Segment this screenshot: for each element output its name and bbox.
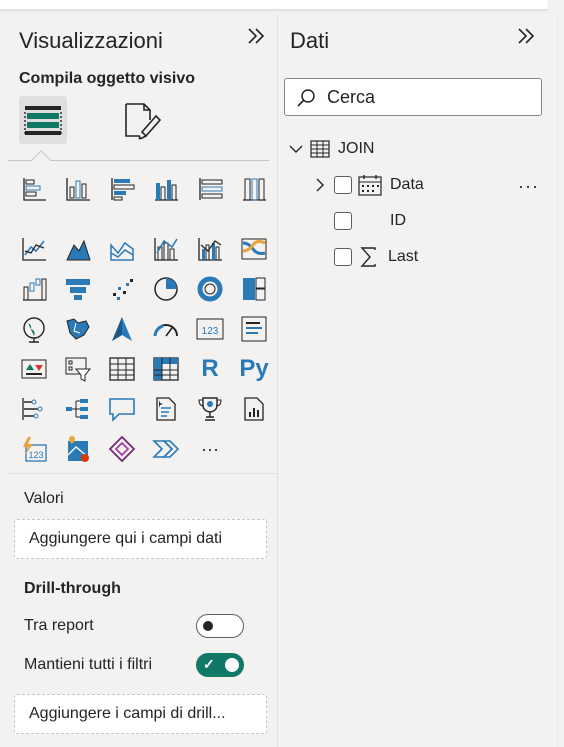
canvas-edge xyxy=(557,14,564,747)
python-visual-icon[interactable]: Py xyxy=(239,354,269,384)
search-input[interactable]: Cerca xyxy=(284,78,542,116)
values-section-label: Valori xyxy=(24,490,64,507)
stacked-column-chart-icon[interactable] xyxy=(63,174,93,204)
clustered-column-chart-icon[interactable] xyxy=(151,174,181,204)
waterfall-chart-icon[interactable] xyxy=(19,274,49,304)
top-strip xyxy=(0,0,548,10)
check-icon: ✓ xyxy=(203,656,215,672)
visualizations-pane: Visualizzazioni Compila oggetto visivo 1… xyxy=(0,14,277,747)
table-name: JOIN xyxy=(338,140,375,157)
paginated-report-icon[interactable] xyxy=(239,394,269,424)
build-visual-heading: Compila oggetto visivo xyxy=(19,70,196,87)
collapse-visualizations-button[interactable] xyxy=(244,26,268,52)
gauge-icon[interactable] xyxy=(151,314,181,344)
svg-text:123: 123 xyxy=(28,450,43,460)
field-checkbox[interactable] xyxy=(334,212,352,230)
key-influencers-icon[interactable] xyxy=(19,394,49,424)
line-and-stacked-column-icon[interactable] xyxy=(151,234,181,264)
metrics-icon[interactable] xyxy=(195,394,225,424)
table-node-join[interactable]: JOIN xyxy=(288,136,374,162)
area-chart-icon[interactable] xyxy=(63,234,93,264)
keep-filters-toggle[interactable]: ✓ xyxy=(196,653,244,677)
sigma-icon xyxy=(360,247,376,267)
field-name: ID xyxy=(390,212,406,229)
format-visual-button[interactable] xyxy=(118,96,166,144)
data-pane: Dati Cerca JOIN Data ··· ID Last xyxy=(278,14,557,747)
chevron-down-icon xyxy=(289,145,303,153)
visualizations-title: Visualizzazioni xyxy=(19,28,163,53)
cross-report-label: Tra report xyxy=(24,617,94,634)
stacked-bar-chart-icon[interactable] xyxy=(19,174,49,204)
field-name: Last xyxy=(388,248,419,265)
data-pane-title: Dati xyxy=(290,28,330,53)
map-icon[interactable] xyxy=(19,314,49,344)
scatter-chart-icon[interactable] xyxy=(107,274,137,304)
mode-indicator xyxy=(31,150,51,170)
field-row-last[interactable]: Last xyxy=(334,244,418,270)
r-visual-icon[interactable]: R xyxy=(195,354,225,384)
collapse-data-pane-button[interactable] xyxy=(514,26,538,52)
funnel-chart-icon[interactable] xyxy=(63,274,93,304)
search-placeholder: Cerca xyxy=(327,87,376,107)
toggle-knob xyxy=(203,621,213,631)
arcgis-map-icon[interactable] xyxy=(63,434,93,464)
build-visual-button[interactable] xyxy=(19,96,67,144)
100-stacked-bar-chart-icon[interactable] xyxy=(195,174,225,204)
svg-text:123: 123 xyxy=(202,326,219,337)
more-visuals-icon: ··· xyxy=(201,438,219,459)
toggle-knob xyxy=(225,658,239,672)
line-chart-icon[interactable] xyxy=(19,234,49,264)
power-automate-icon[interactable] xyxy=(107,434,137,464)
field-row-id[interactable]: ID xyxy=(334,208,406,234)
field-row-data[interactable]: Data xyxy=(312,172,424,198)
drillthrough-drop-well[interactable]: Aggiungere i campi di drill... xyxy=(14,694,267,734)
build-visual-icon xyxy=(24,106,62,135)
calendar-hierarchy-icon xyxy=(358,175,382,196)
cross-report-toggle[interactable] xyxy=(196,614,244,638)
format-visual-icon xyxy=(125,103,162,140)
treemap-icon[interactable] xyxy=(239,274,269,304)
section-divider xyxy=(8,473,277,474)
pie-chart-icon[interactable] xyxy=(151,274,181,304)
table-icon[interactable] xyxy=(107,354,137,384)
more-visuals-button[interactable]: ··· xyxy=(195,434,225,464)
double-chevron-right-icon xyxy=(246,26,266,51)
table-icon xyxy=(310,140,330,158)
multi-row-card-icon[interactable] xyxy=(239,314,269,344)
line-and-clustered-column-icon[interactable] xyxy=(195,234,225,264)
decomposition-tree-icon[interactable] xyxy=(63,394,93,424)
card-icon[interactable]: 123 xyxy=(195,314,225,344)
donut-chart-icon[interactable] xyxy=(195,274,225,304)
field-checkbox[interactable] xyxy=(334,248,352,266)
field-name: Data xyxy=(390,176,424,193)
100-stacked-column-chart-icon[interactable] xyxy=(239,174,269,204)
more-options-button[interactable]: ··· xyxy=(518,176,539,197)
field-checkbox[interactable] xyxy=(334,176,352,194)
kpi-icon[interactable] xyxy=(19,354,49,384)
matrix-icon[interactable] xyxy=(151,354,181,384)
values-drop-well[interactable]: Aggiungere qui i campi dati xyxy=(14,519,267,559)
double-chevron-right-icon xyxy=(516,26,536,51)
power-bi-flow-icon[interactable] xyxy=(151,434,181,464)
qa-icon[interactable] xyxy=(107,394,137,424)
azure-map-icon[interactable] xyxy=(107,314,137,344)
power-apps-icon[interactable]: 123 xyxy=(19,434,49,464)
search-icon xyxy=(297,89,315,107)
slicer-icon[interactable] xyxy=(63,354,93,384)
smart-narrative-icon[interactable] xyxy=(151,394,181,424)
filled-map-icon[interactable] xyxy=(63,314,93,344)
stacked-area-chart-icon[interactable] xyxy=(107,234,137,264)
chevron-right-icon xyxy=(316,178,324,192)
clustered-bar-chart-icon[interactable] xyxy=(107,174,137,204)
drillthrough-heading: Drill-through xyxy=(24,580,121,597)
keep-filters-label: Mantieni tutti i filtri xyxy=(24,656,153,673)
ribbon-chart-icon[interactable] xyxy=(239,234,269,264)
